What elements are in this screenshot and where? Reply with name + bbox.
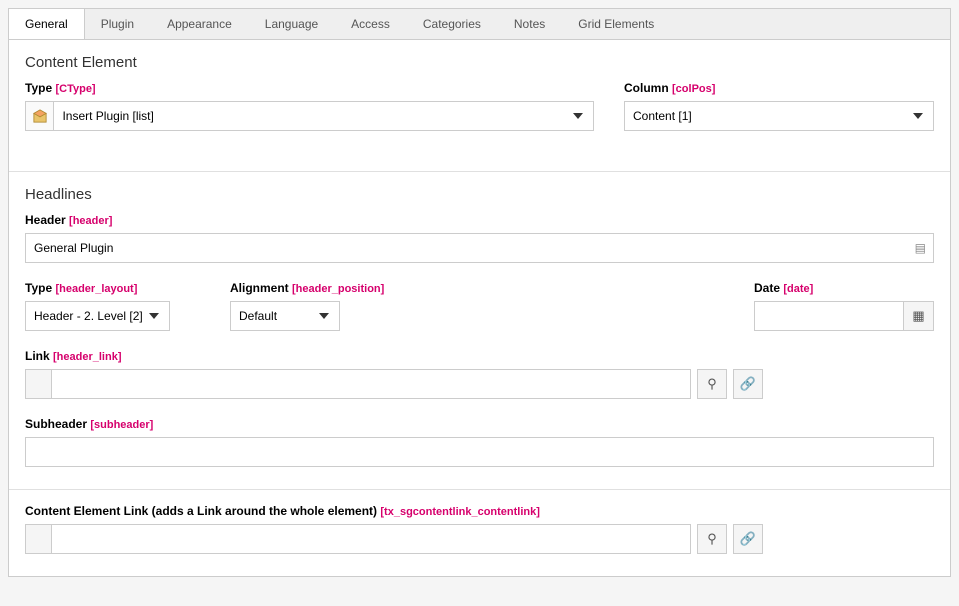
tab-appearance[interactable]: Appearance bbox=[151, 9, 249, 39]
content-link-wizard-button[interactable]: ⚲ bbox=[697, 524, 727, 554]
tab-grid-elements[interactable]: Grid Elements bbox=[562, 9, 671, 39]
date-input[interactable] bbox=[754, 301, 904, 331]
colpos-label: Column [colPos] bbox=[624, 81, 934, 95]
header-position-label: Alignment [header_position] bbox=[230, 281, 384, 295]
tabs-bar: General Plugin Appearance Language Acces… bbox=[8, 8, 951, 39]
section-content-element: Content Element Type [CType] Insert Plug… bbox=[9, 40, 950, 172]
subheader-input[interactable] bbox=[25, 437, 934, 467]
header-layout-select[interactable]: Header - 2. Level [2] bbox=[25, 301, 170, 331]
tab-access[interactable]: Access bbox=[335, 9, 407, 39]
calendar-icon: ▦ bbox=[912, 308, 924, 324]
header-input[interactable] bbox=[25, 233, 934, 263]
header-position-select[interactable]: Default bbox=[230, 301, 340, 331]
wizard-icon: ⚲ bbox=[707, 376, 717, 392]
tab-language[interactable]: Language bbox=[249, 9, 335, 39]
header-label: Header [header] bbox=[25, 213, 934, 227]
link-browser-button[interactable]: 🔗 bbox=[733, 369, 763, 399]
content-link-input[interactable] bbox=[51, 524, 691, 554]
section-content-link: Content Element Link (adds a Link around… bbox=[9, 490, 950, 576]
plugin-icon bbox=[25, 101, 53, 131]
ctype-label: Type [CType] bbox=[25, 81, 594, 95]
tab-general[interactable]: General bbox=[9, 9, 85, 39]
header-layout-label: Type [header_layout] bbox=[25, 281, 170, 295]
link-wizard-button[interactable]: ⚲ bbox=[697, 369, 727, 399]
tab-categories[interactable]: Categories bbox=[407, 9, 498, 39]
link-icon: 🔗 bbox=[740, 376, 756, 392]
headlines-title: Headlines bbox=[25, 186, 934, 203]
wizard-icon: ⚲ bbox=[707, 531, 717, 547]
date-label: Date [date] bbox=[754, 281, 934, 295]
header-link-input[interactable] bbox=[51, 369, 691, 399]
header-link-label: Link [header_link] bbox=[25, 349, 934, 363]
subheader-label: Subheader [subheader] bbox=[25, 417, 934, 431]
ctype-select[interactable]: Insert Plugin [list] bbox=[53, 101, 594, 131]
content-element-title: Content Element bbox=[25, 54, 934, 71]
date-picker-button[interactable]: ▦ bbox=[904, 301, 934, 331]
tab-plugin[interactable]: Plugin bbox=[85, 9, 151, 39]
link-icon: 🔗 bbox=[740, 531, 756, 547]
tab-notes[interactable]: Notes bbox=[498, 9, 562, 39]
main-panel: Content Element Type [CType] Insert Plug… bbox=[8, 39, 951, 577]
content-link-browser-button[interactable]: 🔗 bbox=[733, 524, 763, 554]
content-link-prefix-icon bbox=[25, 524, 51, 554]
section-headlines: Headlines Header [header] ▤ Type [header… bbox=[9, 172, 950, 490]
content-link-label: Content Element Link (adds a Link around… bbox=[25, 504, 934, 518]
colpos-select[interactable]: Content [1] bbox=[624, 101, 934, 131]
header-suggest-icon[interactable]: ▤ bbox=[915, 241, 926, 255]
link-prefix-icon bbox=[25, 369, 51, 399]
